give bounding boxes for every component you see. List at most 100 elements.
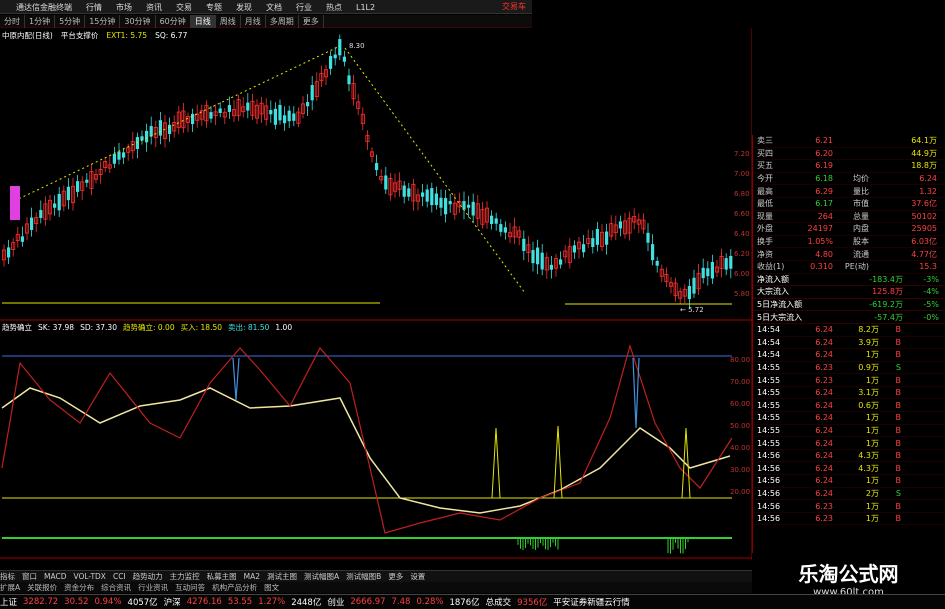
date-year-label: 2021年: [2, 559, 27, 560]
trade-time: 14:55: [757, 438, 781, 448]
indicator-tab[interactable]: 主力监控: [170, 571, 200, 582]
quote-price: 1.05%: [807, 237, 833, 247]
quote-price: 264: [817, 211, 833, 221]
indicator-tab[interactable]: 更多: [388, 571, 403, 582]
trade-price: 6.23: [815, 375, 833, 385]
indicator-tab[interactable]: CCI: [113, 572, 126, 581]
quote-label2: 股本: [853, 237, 869, 247]
trade-button[interactable]: 交易车: [502, 1, 526, 12]
period-tab[interactable]: 60分钟: [156, 14, 191, 28]
menu-item[interactable]: 行业: [296, 2, 312, 13]
candle-body: [559, 259, 563, 265]
extension-tab[interactable]: 行业资讯: [138, 582, 168, 593]
extension-tab[interactable]: 资金分布: [64, 582, 94, 593]
tick-trades-table[interactable]: 14:54 6.24 8.2万 B 14:54 6.24 3.9万 B 14:54 6.24 1万 B…: [753, 324, 945, 526]
indicator-tick-label: 60.00: [730, 400, 750, 408]
quote-row: 今开 6.18 均价 6.24: [753, 173, 945, 186]
trade-time: 14:55: [757, 375, 781, 385]
indicator-name-label[interactable]: 趋势确立: [2, 322, 32, 333]
indicator-tab[interactable]: 私募主图: [207, 571, 237, 582]
indicator-tab[interactable]: 窗口: [22, 571, 37, 582]
trade-side: B: [895, 388, 902, 398]
ticker-amount: 4057亿: [127, 598, 158, 608]
indicator-tick-label: 30.00: [730, 466, 750, 474]
candle-body: [407, 188, 411, 197]
trade-volume: 4.3万: [858, 463, 879, 473]
period-tab[interactable]: 月线: [241, 14, 266, 28]
indicator-tab[interactable]: MA2: [244, 572, 260, 581]
menu-item[interactable]: 资讯: [146, 2, 162, 13]
period-tab[interactable]: 5分钟: [55, 14, 86, 28]
menu-item[interactable]: 专题: [206, 2, 222, 13]
candle-body: [246, 102, 250, 111]
menu-item[interactable]: 市场: [116, 2, 132, 13]
ticker-value: 4276.16: [186, 597, 222, 607]
indicator-tab[interactable]: 測试主图: [267, 571, 297, 582]
menu-item[interactable]: 行情: [86, 2, 102, 13]
ticker-label[interactable]: 总成交: [486, 596, 512, 608]
menu-item[interactable]: 文档: [266, 2, 282, 13]
candle-body: [145, 130, 149, 143]
quote-value: 4.77亿: [911, 249, 937, 259]
indicator-tab[interactable]: 设置: [410, 571, 425, 582]
extension-tab[interactable]: 关联报价: [27, 582, 57, 593]
quote-label: 收益(1): [757, 262, 785, 272]
chart-canvas[interactable]: 7.20 7.00 6.80 6.60 6.40 6.20 6.00 5.80 80.00 70.…: [0, 28, 752, 560]
period-tab[interactable]: 日线: [190, 14, 216, 28]
quote-row: 买五 6.19 18.8万: [753, 160, 945, 173]
trade-volume: 8.2万: [858, 325, 879, 335]
menu-item[interactable]: 热点: [326, 2, 342, 13]
trade-side: B: [895, 337, 902, 347]
extension-tab[interactable]: 互动问答: [175, 582, 205, 593]
extension-tab[interactable]: 综合资讯: [101, 582, 131, 593]
period-tab[interactable]: 周线: [216, 14, 241, 28]
trade-price: 6.24: [815, 325, 833, 335]
period-tab[interactable]: 多周期: [266, 14, 299, 28]
candle-body: [209, 112, 213, 119]
extension-tab[interactable]: 图文: [264, 582, 279, 593]
trade-row: 14:55 6.23 1万 B: [753, 374, 945, 387]
ticker-label[interactable]: 沪深: [164, 596, 181, 608]
period-tab[interactable]: 30分钟: [120, 14, 156, 28]
candle-body: [135, 137, 139, 149]
menu-item[interactable]: L1L2: [356, 3, 375, 12]
candle-body: [117, 151, 121, 160]
candle-body: [287, 110, 291, 122]
menu-item[interactable]: 交易: [176, 2, 192, 13]
ticker-label[interactable]: 上证: [0, 596, 17, 608]
period-tab[interactable]: 更多: [299, 14, 324, 28]
sell-signal-spike: [232, 357, 240, 401]
trade-volume: 3.1万: [858, 388, 879, 398]
candle-body: [618, 221, 622, 229]
price-tick-label: 6.40: [734, 230, 750, 238]
candle-body: [66, 186, 70, 201]
extension-tab[interactable]: 机构产品分析: [212, 582, 257, 593]
indicator-tab[interactable]: 指标: [0, 571, 15, 582]
indicator-tab[interactable]: VOL-TDX: [73, 572, 105, 581]
flow-label: 5日大宗流入: [757, 312, 803, 322]
period-tab[interactable]: 分时: [0, 14, 25, 28]
candle-body: [158, 120, 162, 136]
extension-tab[interactable]: 扩展A: [0, 582, 20, 593]
v-value: 1.00: [275, 323, 293, 332]
indicator-tab[interactable]: MACD: [44, 572, 66, 581]
indicator-tab[interactable]: 测试幅图A: [304, 571, 339, 582]
period-tab[interactable]: 1分钟: [25, 14, 56, 28]
trade-time: 14:56: [757, 501, 781, 511]
quote-price: 6.29: [815, 186, 833, 196]
quote-value: 25905: [911, 224, 937, 234]
candle-body: [347, 75, 351, 85]
ext1-value: EXT1: 5.75: [106, 31, 148, 40]
candle-body: [724, 258, 728, 270]
sell-value: 卖出: 81.50: [228, 323, 270, 332]
ticker-label[interactable]: 创业: [327, 596, 344, 608]
indicator-tab[interactable]: 趋势动力: [133, 571, 163, 582]
flow-row: 净流入额 -183.4万 -3%: [753, 274, 945, 287]
quote-value: 37.6亿: [911, 199, 937, 209]
indicator-tab[interactable]: 测试幅图B: [346, 571, 381, 582]
menu-item[interactable]: 发现: [236, 2, 252, 13]
quote-label: 换手: [757, 237, 773, 247]
period-tab[interactable]: 15分钟: [85, 14, 121, 28]
trade-side: B: [895, 425, 902, 435]
candle-body: [76, 181, 80, 192]
